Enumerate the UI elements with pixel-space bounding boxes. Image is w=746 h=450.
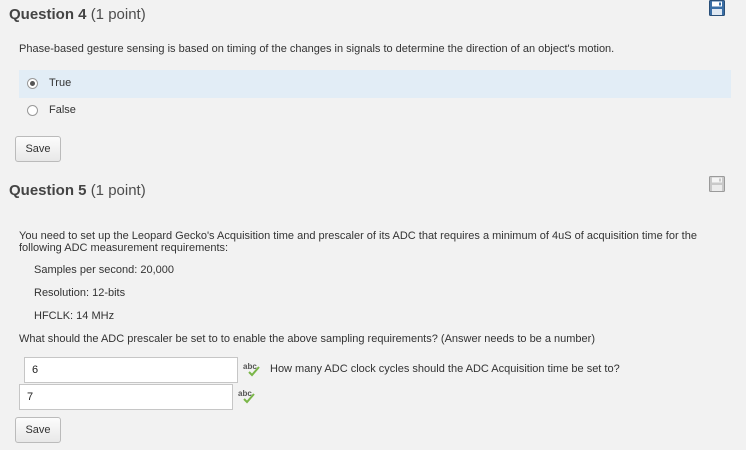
floppy-disk-icon[interactable] (709, 0, 725, 16)
requirement-resolution: Resolution: 12-bits (34, 287, 126, 299)
question-5-header: Question 5 (1 point) (9, 182, 146, 199)
spellcheck-label: abc (238, 389, 252, 398)
floppy-disk-icon[interactable] (709, 176, 725, 192)
question-4-title: Question 4 (9, 6, 87, 23)
question-4-header: Question 4 (1 point) (9, 6, 146, 23)
option-true-label: True (49, 77, 72, 89)
question-5-prompt-line2: following ADC measurement requirements: (19, 242, 229, 254)
question-4-prompt: Phase-based gesture sensing is based on … (19, 43, 615, 55)
radio-false[interactable] (27, 105, 38, 116)
question-4-points: (1 point) (90, 6, 146, 23)
answer-1-input[interactable] (24, 357, 238, 383)
spellcheck-label: abc (243, 362, 257, 371)
requirement-samples: Samples per second: 20,000 (34, 264, 175, 276)
option-false-label: False (49, 104, 76, 116)
answer-2-input[interactable] (19, 384, 233, 410)
sub-question-1: What should the ADC prescaler be set to … (19, 333, 595, 345)
spellcheck-icon[interactable]: abc (242, 361, 262, 377)
option-false[interactable]: False (19, 97, 731, 125)
radio-true[interactable] (27, 78, 38, 89)
question-5-points: (1 point) (90, 182, 146, 199)
spellcheck-icon[interactable]: abc (237, 388, 257, 404)
requirement-hfclk: HFCLK: 14 MHz (34, 310, 115, 322)
sub-question-2: How many ADC clock cycles should the ADC… (270, 363, 620, 375)
option-true[interactable]: True (19, 70, 731, 98)
q4-save-button[interactable]: Save (15, 136, 61, 162)
q5-save-button[interactable]: Save (15, 417, 61, 443)
question-5-title: Question 5 (9, 182, 87, 199)
